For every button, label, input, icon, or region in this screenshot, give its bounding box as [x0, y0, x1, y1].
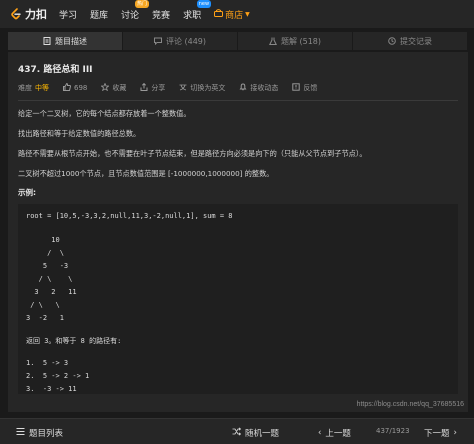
feedback-button[interactable]: 反馈 — [292, 83, 317, 93]
nav-store-label: 商店 — [225, 10, 244, 21]
share-label: 分享 — [151, 84, 166, 92]
next-problem-button[interactable]: 下一题 › — [424, 427, 457, 439]
problem-description-panel: 437. 路径总和 III 难度 中等 698 收藏 分享 切换为英文 接收动态… — [8, 52, 468, 412]
share-button[interactable]: 分享 — [140, 82, 166, 93]
random-problem-button[interactable]: 随机一题 — [232, 427, 279, 439]
nav-jobs-label: 求职 — [183, 10, 202, 21]
shuffle-icon — [232, 427, 242, 439]
code-line: root = [10,5,-3,3,2,null,11,3,-2,null,1]… — [26, 212, 233, 220]
logo[interactable]: 力扣 — [10, 6, 47, 22]
tab-comments-label: 评论 (449) — [165, 36, 207, 46]
switch-language-label: 切换为英文 — [190, 84, 226, 92]
problem-list-button[interactable]: 题目列表 — [16, 427, 63, 439]
description-paragraph: 给定一个二叉树，它的每个结点都存放着一个整数值。 — [18, 109, 191, 118]
bottom-toolbar: 题目列表 随机一题 ‹ 上一题 437/1923 下一题 › — [0, 418, 474, 444]
tab-description-label: 题目描述 — [55, 36, 87, 46]
divider — [18, 100, 458, 101]
description-paragraph: 二叉树不超过1000个节点，且节点数值范围是 [-1000000,1000000… — [18, 169, 274, 178]
subscribe-label: 接收动态 — [250, 84, 279, 92]
chevron-right-icon: › — [453, 428, 457, 438]
like-button[interactable]: 698 — [63, 82, 88, 93]
code-line: / \ — [26, 249, 64, 257]
chevron-down-icon: ▼ — [245, 10, 250, 18]
tab-submissions[interactable]: 提交记录 — [353, 32, 468, 50]
problem-title: 437. 路径总和 III — [18, 65, 93, 75]
code-line: 3 -2 1 — [26, 314, 64, 322]
tab-submissions-label: 提交记录 — [400, 36, 432, 46]
problem-counter: 437/1923 — [376, 427, 410, 435]
tab-description[interactable]: 题目描述 — [8, 32, 123, 50]
favorite-button[interactable]: 收藏 — [100, 82, 127, 93]
like-count: 698 — [74, 84, 88, 92]
nav-store[interactable]: 商店 ▼ — [214, 8, 250, 21]
examples-heading: 示例: — [18, 188, 36, 197]
code-line: 5 -3 — [26, 262, 69, 270]
favorite-label: 收藏 — [112, 84, 127, 92]
tab-solutions[interactable]: 题解 (518) — [238, 32, 353, 50]
next-problem-label: 下一题 — [424, 429, 450, 439]
code-line: 10 — [26, 236, 60, 244]
nav-problemset[interactable]: 题库 — [90, 8, 108, 21]
code-line: 1. 5 -> 3 — [26, 359, 69, 367]
bell-icon — [239, 83, 247, 93]
leetcode-logo-icon — [10, 8, 22, 20]
example-code-block: root = [10,5,-3,3,2,null,11,3,-2,null,1]… — [18, 204, 458, 394]
code-line: / \ \ — [26, 275, 73, 283]
difficulty-value: 中等 — [35, 84, 49, 92]
nav-jobs[interactable]: 求职 new — [183, 0, 212, 21]
random-problem-label: 随机一题 — [245, 429, 280, 439]
list-icon — [16, 427, 25, 439]
chevron-left-icon: ‹ — [318, 428, 322, 438]
feedback-icon — [292, 83, 301, 93]
history-icon — [388, 37, 396, 45]
feedback-label: 反馈 — [303, 84, 318, 92]
comment-icon — [153, 37, 162, 45]
new-badge: new — [196, 0, 212, 8]
code-line: / \ \ — [26, 301, 60, 309]
store-icon — [214, 8, 224, 20]
subscribe-button[interactable]: 接收动态 — [239, 83, 278, 93]
translate-icon — [179, 83, 187, 93]
logo-text: 力扣 — [25, 8, 47, 21]
flask-icon — [268, 37, 277, 45]
code-line: 3. -3 -> 11 — [26, 385, 77, 393]
star-icon — [100, 82, 111, 93]
nav-learn[interactable]: 学习 — [59, 8, 77, 21]
description-paragraph: 找出路径和等于给定数值的路径总数。 — [18, 129, 141, 138]
problem-meta-bar: 难度 中等 698 收藏 分享 切换为英文 接收动态 反馈 — [18, 82, 458, 93]
hot-badge: 热门 — [135, 0, 150, 8]
share-icon — [140, 82, 148, 93]
nav-discuss-label: 讨论 — [121, 10, 140, 21]
document-icon — [43, 37, 51, 45]
code-line: 2. 5 -> 2 -> 1 — [26, 372, 90, 380]
tab-comments[interactable]: 评论 (449) — [123, 32, 238, 50]
difficulty-label: 难度 — [18, 84, 32, 92]
nav-contest[interactable]: 竞赛 — [152, 8, 170, 21]
code-line: 3 2 11 — [26, 288, 77, 296]
problem-list-label: 题目列表 — [29, 429, 64, 439]
problem-tabs: 题目描述 评论 (449) 题解 (518) 提交记录 — [8, 32, 468, 50]
previous-problem-label: 上一题 — [325, 429, 351, 439]
thumbs-up-icon — [63, 82, 71, 93]
tab-solutions-label: 题解 (518) — [280, 36, 322, 46]
top-navbar: 力扣 学习 题库 讨论 热门 竞赛 求职 new 商店 ▼ — [0, 0, 474, 28]
switch-language-button[interactable]: 切换为英文 — [179, 83, 225, 93]
code-line: 返回 3。和等于 8 的路径有: — [26, 337, 122, 345]
description-paragraph: 路径不需要从根节点开始，也不需要在叶子节点结束，但是路径方向必须是向下的（只能从… — [18, 149, 367, 158]
watermark-url: https://blog.csdn.net/qq_37685516 — [356, 401, 464, 408]
nav-discuss[interactable]: 讨论 热门 — [121, 0, 150, 21]
previous-problem-button[interactable]: ‹ 上一题 — [318, 427, 351, 439]
